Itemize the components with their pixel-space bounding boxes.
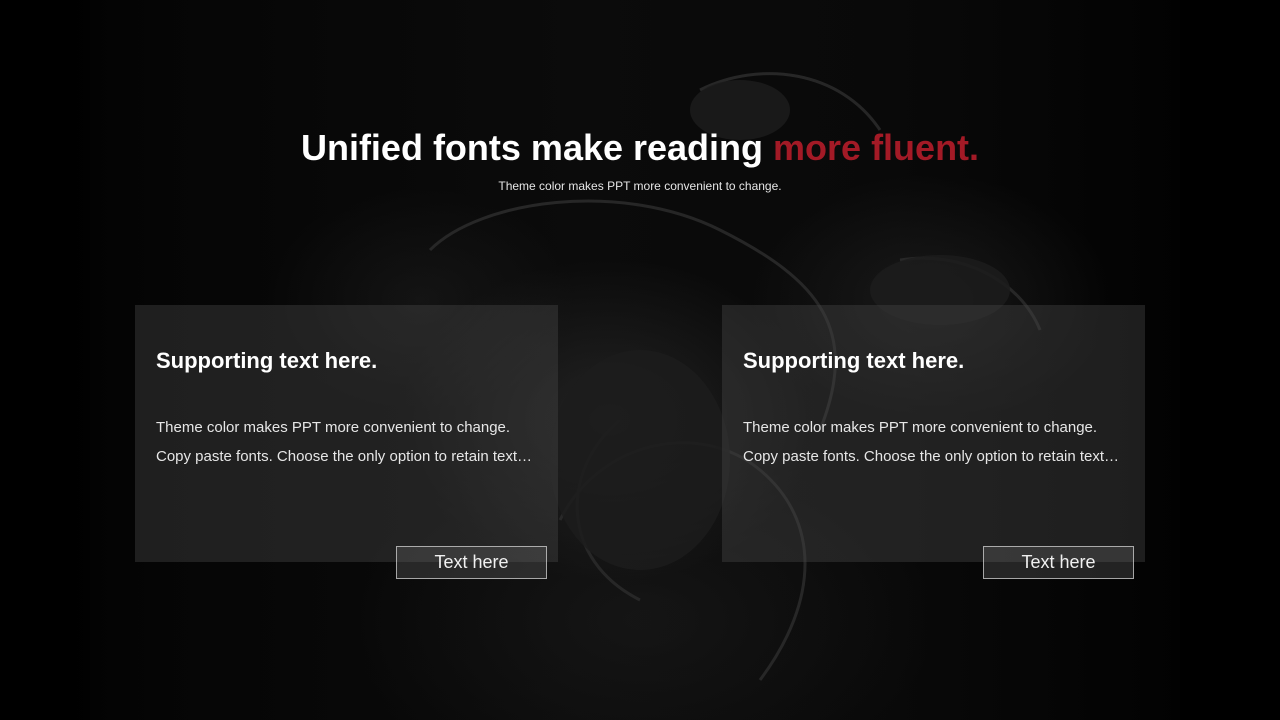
slide-subtitle: Theme color makes PPT more convenient to… (498, 179, 782, 193)
text-here-button-left[interactable]: Text here (396, 546, 547, 579)
card-body-text: Theme color makes PPT more convenient to… (156, 419, 533, 465)
info-card-right: Supporting text here. Theme color makes … (722, 305, 1145, 562)
card-heading: Supporting text here. (156, 348, 378, 373)
slide-title: Unified fonts make reading more fluent. (0, 126, 1280, 170)
info-card-left: Supporting text here. Theme color makes … (135, 305, 558, 562)
slide: Unified fonts make reading more fluent. … (0, 0, 1280, 720)
card-body-text: Theme color makes PPT more convenient to… (743, 419, 1120, 465)
title-block: Unified fonts make reading more fluent. … (0, 126, 1280, 194)
title-main-text: Unified fonts make reading (300, 127, 774, 168)
title-accent-text: more fluent. (773, 127, 980, 168)
text-here-button-right[interactable]: Text here (983, 546, 1134, 579)
card-heading: Supporting text here. (743, 348, 965, 373)
